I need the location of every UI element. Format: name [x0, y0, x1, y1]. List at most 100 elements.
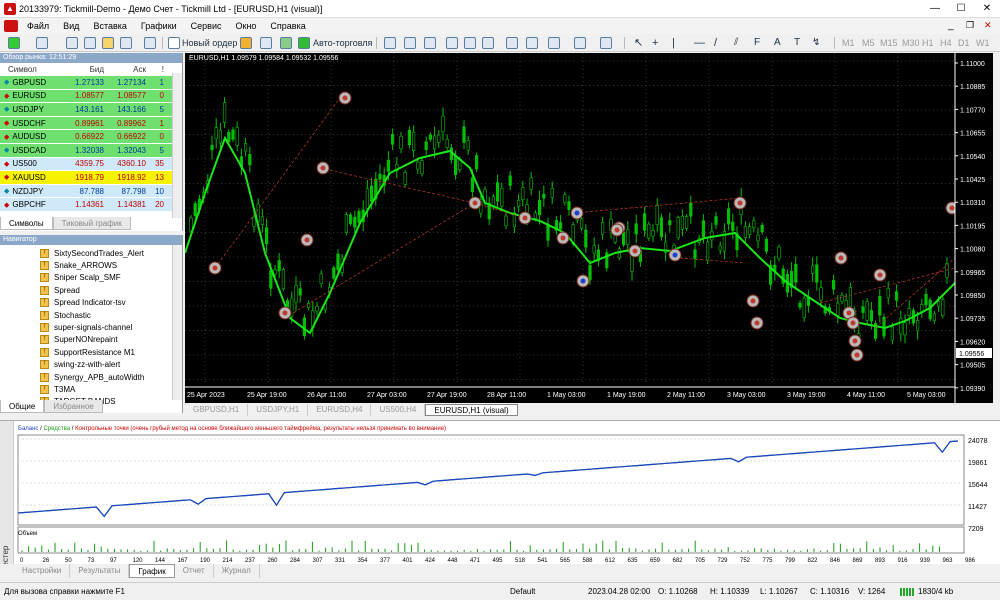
col-symbol[interactable]: Символ [0, 63, 48, 76]
tf-d1[interactable]: D1 [958, 36, 970, 50]
menu-window[interactable]: Окно [229, 18, 264, 34]
tab-tick-chart[interactable]: Тиковый график [52, 217, 131, 230]
menu-view[interactable]: Вид [56, 18, 86, 34]
price-chart[interactable]: 1.11000 1.10885 1.10770 1.10655 1.10540 1.104… [185, 53, 993, 403]
col-ask[interactable]: Аск [106, 63, 148, 76]
tab-results[interactable]: Результаты [70, 564, 130, 578]
market-watch-row[interactable]: ◆ AUDUSD 0.66922 0.66922 0 [0, 130, 182, 144]
indicators-icon[interactable] [548, 37, 560, 49]
market-watch-icon[interactable] [66, 37, 78, 49]
close-button[interactable]: ✕ [974, 0, 1000, 18]
chart-shift-icon[interactable] [526, 37, 538, 49]
chart-tab[interactable]: USDJPY,H1 [248, 404, 309, 416]
menu-tools[interactable]: Сервис [184, 18, 229, 34]
tab-journal[interactable]: Журнал [214, 564, 260, 578]
line-chart-icon[interactable] [424, 37, 436, 49]
autotrade-button[interactable]: Авто-торговля [313, 36, 372, 50]
tester-icon[interactable] [144, 37, 156, 49]
periods-icon[interactable] [574, 37, 586, 49]
tile-windows-icon[interactable] [482, 37, 494, 49]
navigator-item[interactable]: f SixtySecondTrades_Alert [0, 247, 182, 259]
navigator-item[interactable]: f SuperNONrepaint [0, 334, 182, 346]
crosshair-icon[interactable]: + [652, 36, 658, 50]
tab-settings[interactable]: Настройки [14, 564, 71, 578]
navigator-item[interactable]: f SupportResistance M1 [0, 346, 182, 358]
navigator-item[interactable]: f T3MA [0, 383, 182, 395]
navigator-item[interactable]: f Stochastic [0, 309, 182, 321]
navigator-item[interactable]: f Spread [0, 284, 182, 296]
navigator-item[interactable]: f Snake_ARROWS [0, 259, 182, 271]
chart-tab-active[interactable]: EURUSD,H1 (visual) [425, 404, 518, 416]
bar-chart-icon[interactable] [384, 37, 396, 49]
tf-m30[interactable]: M30 [902, 36, 920, 50]
tab-general[interactable]: Общие [0, 400, 45, 413]
doc-close-icon[interactable]: ✕ [984, 20, 992, 31]
tf-m5[interactable]: M5 [862, 36, 875, 50]
market-watch-row[interactable]: ◆ USDCAD 1.32038 1.32043 5 [0, 143, 182, 158]
market-watch-row[interactable]: ◆ EURUSD 1.08577 1.08577 0 [0, 89, 182, 104]
market-watch-row[interactable]: ◆ GBPCHF 1.14361 1.14381 20 [0, 198, 182, 212]
menu-insert[interactable]: Вставка [86, 18, 133, 34]
cursor-icon[interactable]: ↖ [634, 36, 643, 50]
terminal-icon[interactable] [120, 37, 132, 49]
new-chart-icon[interactable] [8, 37, 20, 49]
navigator-item[interactable]: f Sniper Scalp_SMF [0, 272, 182, 284]
doc-restore-icon[interactable]: ❐ [966, 20, 974, 31]
maximize-button[interactable]: ☐ [948, 0, 974, 18]
templates-icon[interactable] [600, 37, 612, 49]
navigator-item[interactable]: f super-signals-channel [0, 321, 182, 333]
market-watch-scrollbar[interactable] [172, 73, 182, 218]
tf-m15[interactable]: M15 [880, 36, 898, 50]
tf-m1[interactable]: M1 [842, 36, 855, 50]
menu-charts[interactable]: Графики [134, 18, 184, 34]
market-watch-row[interactable]: ◆ USDJPY 143.161 143.166 5 [0, 103, 182, 117]
zoom-in-icon[interactable] [446, 37, 458, 49]
minimize-button[interactable]: — [922, 0, 948, 18]
tab-symbols[interactable]: Символы [0, 217, 53, 230]
arrows-icon[interactable]: ↯ [812, 36, 820, 50]
data-window-icon[interactable] [84, 37, 96, 49]
market-watch-row[interactable]: ◆ NZDJPY 87.788 87.798 10 [0, 184, 182, 199]
label-icon[interactable]: T [794, 36, 800, 50]
meta-editor-icon[interactable] [240, 37, 252, 49]
market-watch-row[interactable]: ◆ GBPUSD 1.27133 1.27134 1 [0, 76, 182, 90]
fibo-icon[interactable]: F [754, 36, 760, 50]
zoom-out-icon[interactable] [464, 37, 476, 49]
navigator-icon[interactable] [102, 37, 114, 49]
tab-favorites[interactable]: Избранное [44, 400, 103, 413]
menu-file[interactable]: Файл [20, 18, 56, 34]
navigator-item[interactable]: f swing-zz-with-alert [0, 359, 182, 371]
chart-tab[interactable]: GBPUSD,H1 [185, 404, 249, 416]
doc-minimize-icon[interactable]: _ [948, 20, 954, 31]
autotrade-icon[interactable] [298, 37, 310, 49]
market-watch-row[interactable]: ◆ XAUUSD 1918.79 1918.92 13 [0, 171, 182, 185]
document-icon[interactable] [4, 20, 18, 32]
navigator-item[interactable]: f Synergy_APB_autoWidth [0, 371, 182, 383]
col-spread[interactable]: ! [148, 63, 164, 76]
new-order-button[interactable]: Новый ордер [182, 36, 237, 50]
col-bid[interactable]: Бид [48, 63, 106, 76]
market-watch-row[interactable]: ◆ US500 4359.75 4360.10 35 [0, 157, 182, 172]
chart-tab[interactable]: EURUSD,H4 [308, 404, 372, 416]
tf-h4[interactable]: H4 [940, 36, 952, 50]
navigator-scrollbar[interactable] [172, 245, 182, 400]
profiles-icon[interactable] [36, 37, 48, 49]
chart-tab[interactable]: US500,H4 [371, 404, 426, 416]
vertical-line-icon[interactable]: | [672, 36, 675, 50]
channel-icon[interactable]: ⫽ [734, 36, 738, 50]
navigator-item[interactable]: f Spread Indicator-tsv [0, 297, 182, 309]
tf-h1[interactable]: H1 [922, 36, 934, 50]
text-icon[interactable]: A [774, 36, 781, 50]
autoscroll-icon[interactable] [506, 37, 518, 49]
trendline-icon[interactable]: / [714, 36, 717, 50]
tab-graph[interactable]: График [129, 564, 175, 578]
menu-help[interactable]: Справка [263, 18, 312, 34]
signals-icon[interactable] [260, 37, 272, 49]
market-icon[interactable] [280, 37, 292, 49]
horizontal-line-icon[interactable]: — [694, 36, 705, 50]
tf-w1[interactable]: W1 [976, 36, 990, 50]
candlestick-icon[interactable] [404, 37, 416, 49]
tab-report[interactable]: Отчет [175, 564, 214, 578]
new-order-icon[interactable] [168, 37, 180, 49]
market-watch-row[interactable]: ◆ USDCHF 0.89961 0.89962 1 [0, 116, 182, 131]
